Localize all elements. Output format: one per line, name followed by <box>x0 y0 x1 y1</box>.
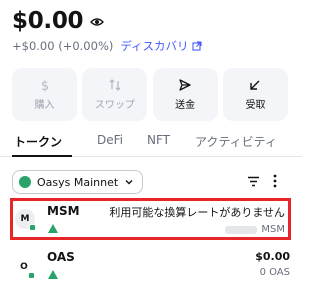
discover-label: ディスカバリ <box>120 39 189 53</box>
token-symbol: OAS <box>47 250 75 264</box>
balance-change-row: +$0.00 (+0.00%) ディスカバリ <box>12 38 202 54</box>
token-fiat-value: $0.00 <box>255 250 290 263</box>
active-tab-indicator <box>12 155 72 157</box>
filter-icon[interactable] <box>247 176 260 187</box>
swap-label: スワップ <box>94 100 135 111</box>
token-conversion-status: 利用可能な換算レートがありません <box>109 206 285 219</box>
token-symbol: MSM <box>47 204 80 218</box>
token-value-group: $0.00 0 OAS <box>255 250 290 278</box>
network-badge-icon <box>29 224 36 231</box>
tab-tokens[interactable]: トークン <box>14 133 62 150</box>
network-badge-icon <box>28 272 35 279</box>
receive-label: 受取 <box>245 100 266 111</box>
receive-button[interactable]: 受取 <box>222 68 288 121</box>
receive-icon <box>250 80 260 90</box>
token-balance: 0 OAS <box>259 267 290 278</box>
token-value-group: 利用可能な換算レートがありません MSM <box>109 204 285 235</box>
more-options-icon[interactable] <box>273 174 277 188</box>
token-row-msm[interactable]: M MSM 利用可能な換算レートがありません MSM <box>10 198 291 240</box>
send-icon <box>179 79 191 91</box>
token-balance: MSM <box>261 224 285 235</box>
tab-defi[interactable]: DeFi <box>97 133 123 147</box>
network-name: Oasys Mainnet <box>37 175 119 189</box>
svg-text:$: $ <box>40 79 48 92</box>
swap-button[interactable]: スワップ <box>82 68 148 121</box>
buy-button[interactable]: $ 購入 <box>12 68 77 121</box>
price-up-icon <box>48 224 58 233</box>
send-label: 送金 <box>175 100 196 111</box>
price-up-icon <box>48 270 58 279</box>
buy-label: 購入 <box>34 100 55 111</box>
chevron-down-icon <box>125 180 133 185</box>
total-balance: $0.00 <box>12 8 84 34</box>
network-selector[interactable]: Oasys Mainnet <box>12 170 144 194</box>
tab-nft[interactable]: NFT <box>147 133 170 147</box>
token-row-oas[interactable]: O OAS $0.00 0 OAS <box>0 246 302 288</box>
tab-bar: トークン DeFi NFT アクティビティ <box>0 127 302 157</box>
send-button[interactable]: 送金 <box>152 68 218 121</box>
eye-icon[interactable] <box>90 14 105 28</box>
token-balance-row: MSM <box>109 224 285 235</box>
discover-link[interactable]: ディスカバリ <box>120 38 202 54</box>
action-buttons: $ 購入 スワップ 送金 受取 <box>12 68 288 121</box>
hidden-amount <box>225 225 258 234</box>
swap-icon <box>109 79 121 91</box>
external-link-icon <box>192 41 202 51</box>
tab-activity[interactable]: アクティビティ <box>195 133 277 150</box>
balance-change: +$0.00 (+0.00%) <box>12 39 114 53</box>
network-logo-icon <box>19 176 31 188</box>
balance-row: $0.00 <box>12 6 105 36</box>
dollar-icon: $ <box>40 79 48 92</box>
